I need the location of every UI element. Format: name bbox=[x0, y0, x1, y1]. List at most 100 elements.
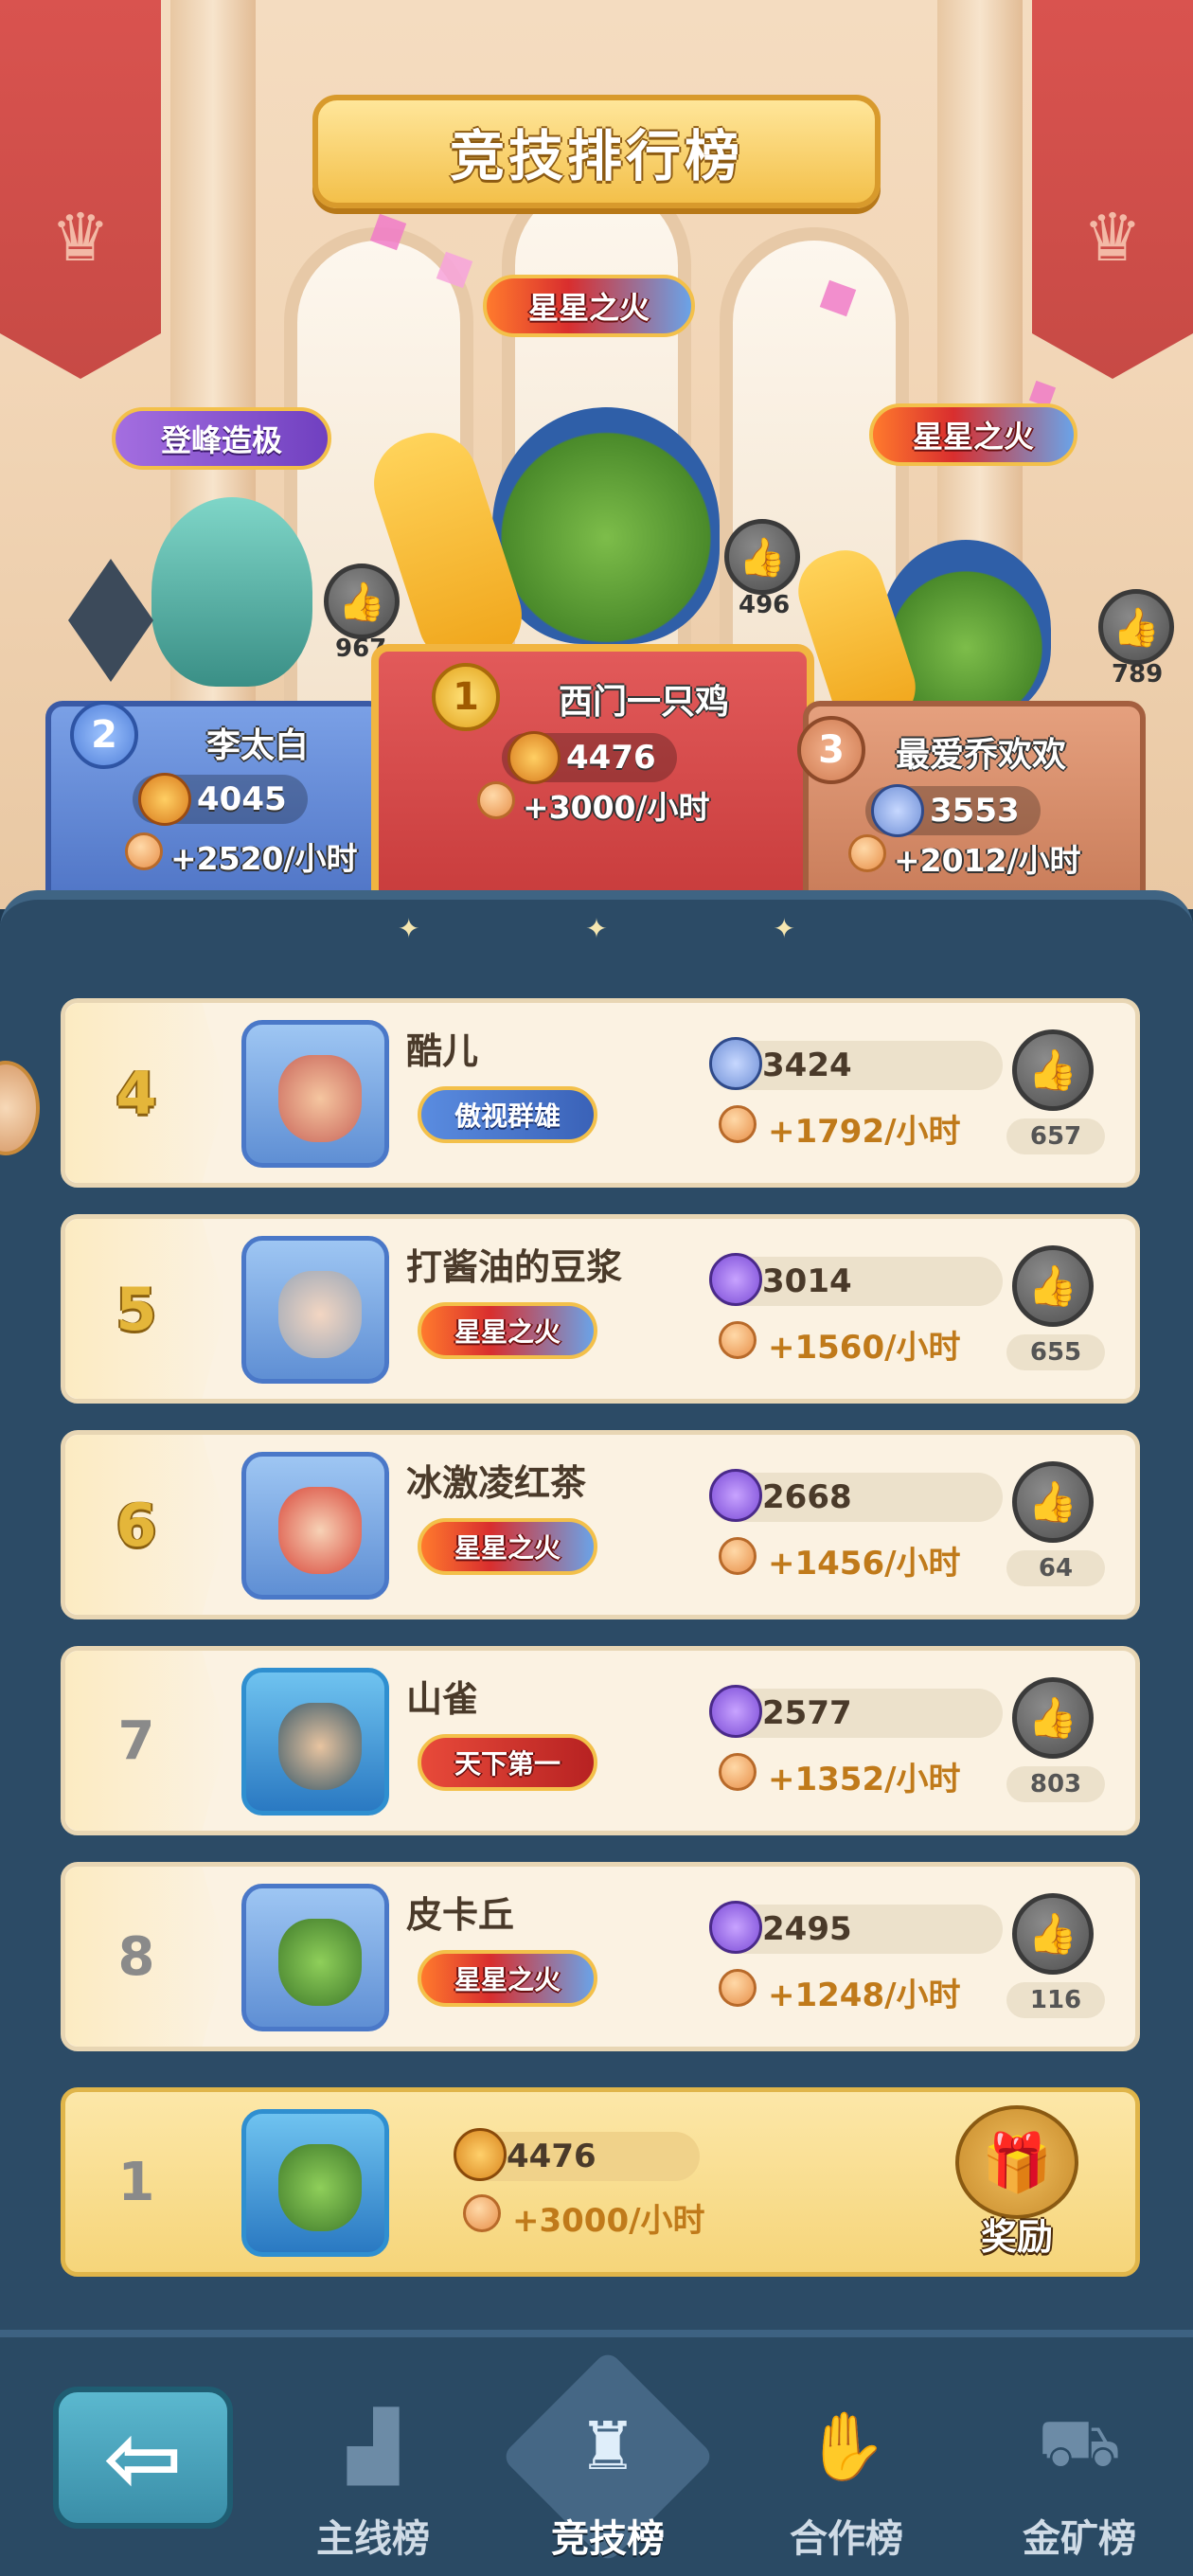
thumbs-up-icon: 👍 bbox=[1027, 1262, 1078, 1309]
title-badge: 星星之火 bbox=[418, 1518, 597, 1575]
score: 3424 bbox=[709, 1037, 1003, 1090]
back-button[interactable]: ⇦ bbox=[53, 2387, 233, 2529]
title-badge-rank1: 星星之火 bbox=[483, 275, 695, 337]
reward-button[interactable]: 🎁 奖励 bbox=[946, 2105, 1088, 2258]
rank-number: 7 bbox=[117, 1709, 155, 1772]
like-count-rank3: 789 bbox=[1112, 660, 1164, 689]
rank-crest-icon bbox=[709, 1469, 762, 1522]
like-button-rank3[interactable]: 👍 bbox=[1098, 589, 1174, 665]
player-name: 冰激凌红茶 bbox=[406, 1462, 587, 1504]
panel-ornament: ✦ ✦ ✦ bbox=[398, 912, 795, 944]
tab-main-rank[interactable]: ▟ 主线榜 bbox=[269, 2375, 477, 2565]
like-count: 116 bbox=[1006, 1982, 1105, 2018]
like-button[interactable]: 👍 bbox=[1012, 1461, 1094, 1543]
rank-number: 8 bbox=[117, 1925, 155, 1988]
left-banner: ♛ bbox=[0, 0, 161, 379]
like-button[interactable]: 👍 bbox=[1012, 1245, 1094, 1327]
like-button[interactable]: 👍 bbox=[1012, 1677, 1094, 1759]
avatar[interactable] bbox=[241, 1452, 389, 1600]
score-rank1: 4476 bbox=[502, 731, 677, 784]
gold-coin-icon bbox=[719, 1537, 757, 1575]
rate-value: +2520/小时 bbox=[170, 840, 358, 877]
leaderboard-row[interactable]: 5 打酱油的豆浆 星星之火 3014 +1560/小时 👍 655 bbox=[61, 1214, 1140, 1404]
hero-rank1 bbox=[492, 407, 720, 644]
avatar[interactable] bbox=[241, 1668, 389, 1816]
avatar[interactable] bbox=[241, 1236, 389, 1384]
tab-coop-rank[interactable]: ✋ 合作榜 bbox=[742, 2375, 951, 2565]
hero-rank2 bbox=[151, 497, 312, 687]
like-button-rank1[interactable]: 👍 bbox=[724, 519, 800, 595]
rank-medal-2: 2 bbox=[70, 701, 138, 769]
podium-icon: ▟ bbox=[347, 2407, 399, 2485]
rank-medal-1: 1 bbox=[432, 663, 500, 731]
leaderboard-row[interactable]: 7 山雀 天下第一 2577 +1352/小时 👍 803 bbox=[61, 1646, 1140, 1835]
score-rank3: 3553 bbox=[865, 784, 1041, 837]
tab-arena-rank[interactable]: ♜ 竞技榜 bbox=[504, 2375, 712, 2565]
player-name-rank2: 李太白 bbox=[206, 726, 310, 765]
gold-coin-icon bbox=[463, 2194, 501, 2232]
treasure-chest-icon: 🎁 bbox=[955, 2105, 1078, 2219]
like-button[interactable]: 👍 bbox=[1012, 1893, 1094, 1975]
player-name-rank3: 最爱乔欢欢 bbox=[896, 736, 1067, 775]
right-banner: ♛ bbox=[1032, 0, 1193, 379]
leaderboard-row[interactable]: 6 冰激凌红茶 星星之火 2668 +1456/小时 👍 64 bbox=[61, 1430, 1140, 1619]
rank-crest-icon bbox=[454, 2128, 507, 2181]
thumbs-up-icon: 👍 bbox=[1027, 1694, 1078, 1741]
bottom-nav: ⇦ ▟ 主线榜 ♜ 竞技榜 ✋ 合作榜 ⛟ 金矿榜 bbox=[0, 2330, 1193, 2576]
player-name: 酷儿 bbox=[406, 1030, 479, 1072]
page-title-ribbon: 竞技排行榜 bbox=[312, 95, 881, 208]
gold-coin-icon bbox=[848, 834, 886, 872]
leaderboard-row[interactable]: 4 酷儿 傲视群雄 3424 +1792/小时 👍 657 bbox=[61, 998, 1140, 1188]
title-badge-rank3: 星星之火 bbox=[869, 403, 1077, 466]
rate-value: +3000/小时 bbox=[523, 789, 710, 826]
rank-crest-icon bbox=[709, 1253, 762, 1306]
my-avatar[interactable] bbox=[241, 2109, 389, 2257]
trophy-icon: ♜ bbox=[578, 2407, 638, 2485]
thumbs-up-icon: 👍 bbox=[1113, 605, 1160, 650]
tab-label: 金矿榜 bbox=[1023, 2517, 1136, 2561]
player-name: 打酱油的豆浆 bbox=[406, 1246, 623, 1288]
my-rank-number: 1 bbox=[117, 2151, 155, 2213]
rank-crest-icon bbox=[709, 1037, 762, 1090]
title-badge: 星星之火 bbox=[418, 1950, 597, 2007]
thumbs-up-icon: 👍 bbox=[338, 580, 385, 624]
hourly-rate: +1456/小时 bbox=[719, 1537, 961, 1583]
leaderboard-row[interactable]: 8 皮卡丘 星星之火 2495 +1248/小时 👍 116 bbox=[61, 1862, 1140, 2051]
gold-coin-icon bbox=[477, 781, 515, 819]
player-name-rank1: 西门一只鸡 bbox=[559, 683, 730, 722]
like-count-rank1: 496 bbox=[739, 591, 791, 619]
handshake-icon: ✋ bbox=[805, 2406, 888, 2485]
rank-number: 4 bbox=[116, 1058, 157, 1128]
rank-crest-icon bbox=[709, 1901, 762, 1954]
score: 2577 bbox=[709, 1685, 1003, 1738]
rate-value: +2012/小时 bbox=[894, 842, 1081, 879]
like-button-rank2[interactable]: 👍 bbox=[324, 564, 400, 639]
hourly-rate: +1248/小时 bbox=[719, 1969, 961, 2015]
avatar[interactable] bbox=[241, 1884, 389, 2031]
thumbs-up-icon: 👍 bbox=[739, 535, 786, 580]
thumbs-up-icon: 👍 bbox=[1027, 1910, 1078, 1957]
avatar[interactable] bbox=[241, 1020, 389, 1168]
rank-number: 5 bbox=[116, 1274, 157, 1344]
gold-coin-icon bbox=[719, 1321, 757, 1359]
like-count: 655 bbox=[1006, 1334, 1105, 1370]
reward-label: 奖励 bbox=[980, 2216, 1053, 2258]
title-badge: 星星之火 bbox=[418, 1302, 597, 1359]
gold-coin-icon bbox=[125, 832, 163, 870]
my-rank-row[interactable]: 1 4476 +3000/小时 🎁 奖励 bbox=[61, 2087, 1140, 2277]
score: 3014 bbox=[709, 1253, 1003, 1306]
minecart-icon: ⛟ bbox=[1037, 2403, 1122, 2481]
title-badge: 傲视群雄 bbox=[418, 1086, 597, 1143]
rate-rank1: +3000/小时 bbox=[477, 781, 710, 828]
score-value: 3553 bbox=[930, 792, 1020, 830]
tab-goldmine-rank[interactable]: ⛟ 金矿榜 bbox=[975, 2375, 1184, 2565]
rank-medal-3: 3 bbox=[797, 716, 865, 784]
hourly-rate: +1560/小时 bbox=[719, 1321, 961, 1368]
like-count: 64 bbox=[1006, 1550, 1105, 1586]
gold-coin-icon bbox=[719, 1969, 757, 2007]
score: 2495 bbox=[709, 1901, 1003, 1954]
gold-coin-icon bbox=[719, 1753, 757, 1791]
tab-label: 主线榜 bbox=[316, 2517, 430, 2561]
like-button[interactable]: 👍 bbox=[1012, 1029, 1094, 1111]
title-badge-rank2: 登峰造极 bbox=[112, 407, 331, 470]
